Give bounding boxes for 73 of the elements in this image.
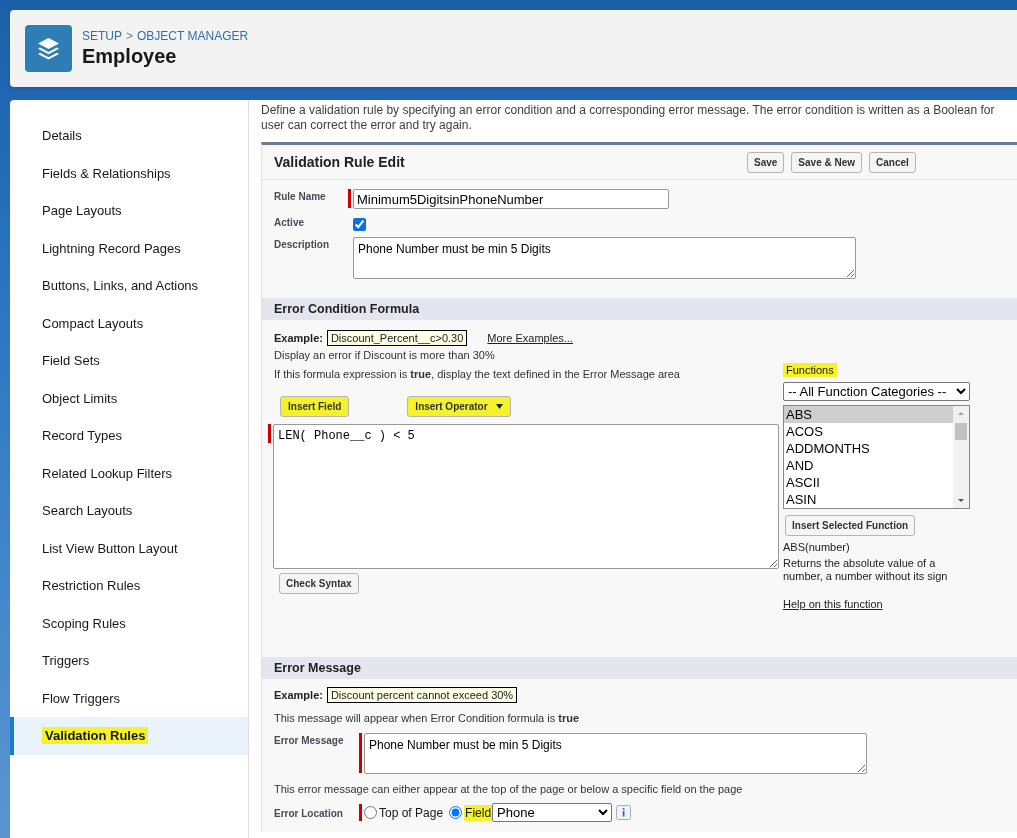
field-label: Description: [274, 238, 330, 250]
sidebar-item[interactable]: Page Layouts: [10, 192, 248, 230]
sidebar-item[interactable]: Restriction Rules: [10, 567, 248, 605]
function-item[interactable]: AND: [784, 457, 953, 474]
sidebar-item[interactable]: Record Types: [10, 417, 248, 455]
function-item[interactable]: ASIN: [784, 491, 953, 508]
insert-function-button[interactable]: Insert Selected Function: [785, 515, 916, 536]
sidebar-item[interactable]: Search Layouts: [10, 492, 248, 530]
panel-button[interactable]: Save: [747, 151, 785, 173]
sidebar-item[interactable]: Fields & Relationships: [10, 154, 248, 192]
check-syntax-button[interactable]: Check Syntax: [279, 573, 359, 594]
function-item[interactable]: ACOS: [784, 423, 953, 440]
function-item[interactable]: ASCII: [784, 474, 953, 491]
hint-text: Display an error if Discount is more than 30%: [273, 349, 496, 361]
radio-label: Field: [464, 804, 493, 821]
example-label: Example:: [274, 332, 323, 344]
sidebar-item[interactable]: Buttons, Links, and Actions: [10, 267, 248, 305]
sidebar-item[interactable]: Compact Layouts: [10, 304, 248, 342]
field-label: Error Location: [274, 807, 344, 819]
insert-operator-button[interactable]: Insert Operator: [407, 396, 511, 417]
field-label: Error Message: [274, 734, 345, 746]
intro-text: Define a validation rule by specifying an error condition and a corresponding error message. The error condition is written as a Boolean for: [261, 103, 996, 118]
panel-title: Validation Rule Edit: [274, 154, 406, 170]
rule-name-field[interactable]: Minimum5DigitsinPhoneNumber: [353, 189, 669, 209]
active-checkbox[interactable]: [353, 218, 366, 231]
error-message-field[interactable]: Phone Number must be min 5 Digits: [364, 733, 867, 774]
insert-field-button[interactable]: Insert Field: [280, 396, 350, 417]
description-field[interactable]: Phone Number must be min 5 Digits: [353, 237, 856, 279]
radio-label: Top of Page: [379, 805, 444, 820]
note-text: If this formula expression is true, display the text defined in the Error Message area: [273, 368, 681, 380]
note-text: This message will appear when Error Condition formula is true: [273, 712, 581, 724]
section-header: Error Message: [262, 657, 1017, 679]
sidebar-item[interactable]: Related Lookup Filters: [10, 454, 248, 492]
functions-label: Functions: [783, 363, 837, 377]
field-label: Rule Name: [274, 190, 327, 202]
caret-icon: [495, 404, 503, 409]
page-title: Employee: [82, 45, 178, 68]
formula-editor[interactable]: LEN( Phone__c ) < 5: [273, 424, 779, 569]
sidebar-item[interactable]: Scoping Rules: [10, 604, 248, 642]
field-label: Active: [274, 216, 305, 228]
sidebar-item[interactable]: Validation Rules: [10, 717, 248, 755]
sidebar-item[interactable]: Field Sets: [10, 342, 248, 380]
breadcrumb-separator: >: [126, 29, 134, 43]
function-description: Returns the absolute value of a number, a number without its sign: [783, 557, 949, 583]
field-select[interactable]: Phone: [492, 803, 613, 822]
help-link[interactable]: Help on this function: [783, 598, 883, 610]
function-list[interactable]: ABS ACOS ADDMONTHS AND ASCII ASIN: [783, 405, 970, 509]
scrollbar[interactable]: [953, 406, 969, 508]
more-examples-link[interactable]: More Examples...: [487, 332, 573, 344]
example-label: Example:: [274, 689, 323, 701]
sidebar-item[interactable]: Details: [10, 117, 248, 155]
breadcrumb-link[interactable]: OBJECT MANAGER: [137, 29, 249, 43]
section-header: Error Condition Formula: [262, 298, 1017, 320]
layers-icon: [25, 25, 72, 72]
radio-button[interactable]: [364, 806, 377, 819]
sidebar-item[interactable]: List View Button Layout: [10, 529, 248, 567]
info-icon[interactable]: [616, 805, 632, 820]
sidebar-item[interactable]: Flow Triggers: [10, 679, 248, 717]
radio-button[interactable]: [449, 806, 463, 819]
intro-text: user can correct the error and try again.: [261, 118, 473, 133]
sidebar-item[interactable]: Lightning Record Pages: [10, 229, 248, 267]
sidebar-item[interactable]: Triggers: [10, 642, 248, 680]
panel-button[interactable]: Cancel: [869, 151, 916, 173]
panel-button[interactable]: Save & New: [791, 151, 863, 173]
function-item[interactable]: ADDMONTHS: [784, 440, 953, 457]
example-value: Discount_Percent__c>0.30: [326, 330, 468, 346]
note-text: This error message can either appear at the top of the page or below a specific field on the page: [273, 783, 744, 795]
sidebar-item[interactable]: Object Limits: [10, 379, 248, 417]
breadcrumb-link[interactable]: SETUP: [82, 29, 122, 43]
function-signature: ABS(number): [783, 541, 851, 554]
function-item[interactable]: ABS: [784, 406, 953, 423]
example-value: Discount percent cannot exceed 30%: [326, 687, 518, 703]
category-select[interactable]: -- All Function Categories --: [783, 382, 970, 401]
